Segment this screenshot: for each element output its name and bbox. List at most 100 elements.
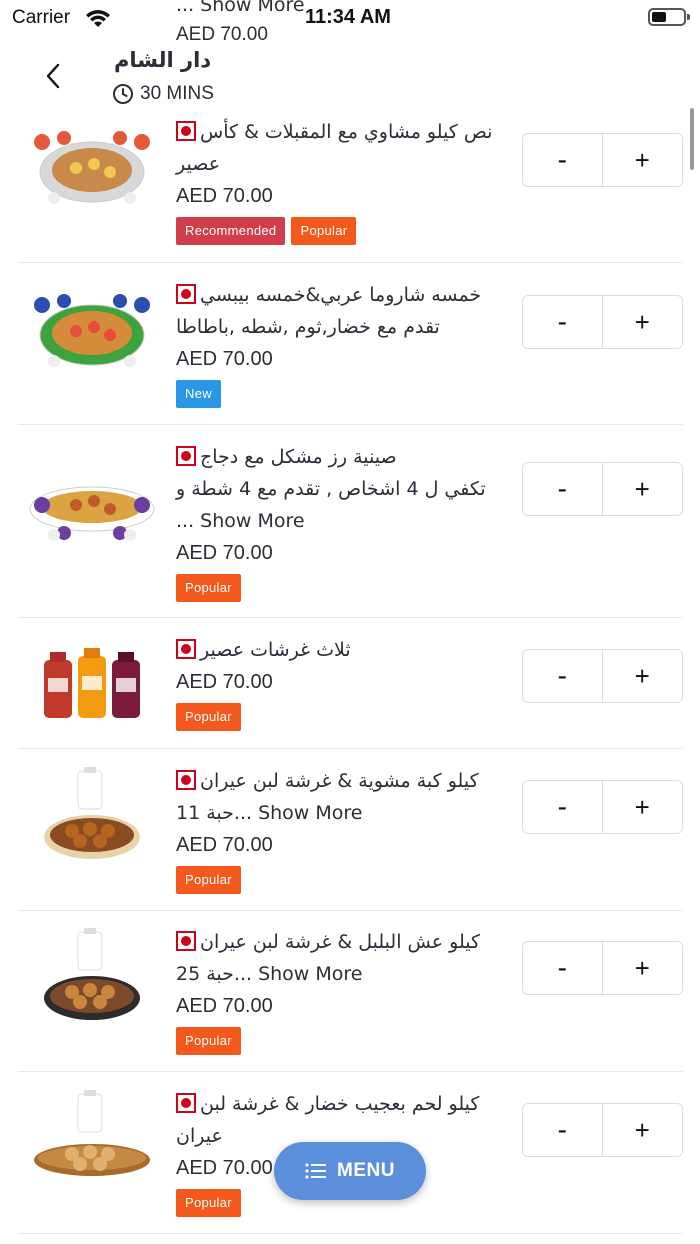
item-price: AED 70.00 xyxy=(176,185,273,207)
item-thumbnail[interactable] xyxy=(24,1090,160,1186)
decrease-quantity-button[interactable]: - xyxy=(523,650,603,702)
item-thumbnail[interactable] xyxy=(24,767,160,863)
non-veg-icon xyxy=(176,284,196,304)
menu-item-row[interactable]: صينية رز مشكل مع دجاج تكفي ل 4 اشخاص , تق… xyxy=(18,425,683,618)
menu-item-row[interactable]: كيلو كبة مشوية & غرشة لبن عيران حبة 11...… xyxy=(18,749,683,911)
item-image xyxy=(34,131,150,204)
item-thumbnail[interactable] xyxy=(24,118,160,214)
item-price: AED 70.00 xyxy=(176,671,273,693)
increase-quantity-button[interactable]: + xyxy=(603,296,683,348)
item-title-line: صينية رز مشكل مع دجاج xyxy=(176,441,512,473)
quantity-stepper[interactable]: - + xyxy=(522,941,683,995)
item-title-line: ثلاث غرشات عصير xyxy=(176,634,512,666)
item-title-line: نص كيلو مشاوي مع المقبلات & كأس xyxy=(176,116,512,148)
item-info: خمسه شاروما عربي&خمسه بيبسي تقدم مع خضار,… xyxy=(176,279,512,408)
popular-badge: Popular xyxy=(291,217,357,245)
popular-badge: Popular xyxy=(176,866,241,894)
quantity-stepper[interactable]: - + xyxy=(522,649,683,703)
list-icon xyxy=(305,1163,327,1179)
non-veg-icon xyxy=(176,770,196,790)
item-badges: Popular xyxy=(176,574,512,602)
item-price: AED 70.00 xyxy=(176,348,273,370)
item-image xyxy=(44,928,140,1020)
header: دار الشام 30 MINS xyxy=(0,40,700,118)
status-bar: Carrier 11:34 AM xyxy=(0,0,700,40)
decrease-quantity-button[interactable]: - xyxy=(523,134,603,186)
item-title-line: كيلو لحم بعجيب خضار & غرشة لبن xyxy=(176,1088,512,1120)
item-thumbnail[interactable] xyxy=(24,281,160,377)
item-badges: Popular xyxy=(176,1027,512,1055)
quantity-stepper[interactable]: - + xyxy=(522,462,683,516)
non-veg-icon xyxy=(176,121,196,141)
non-veg-icon xyxy=(176,931,196,951)
quantity-stepper[interactable]: - + xyxy=(522,1103,683,1157)
increase-quantity-button[interactable]: + xyxy=(603,1104,683,1156)
item-price: AED 70.00 xyxy=(176,542,273,564)
new-badge: New xyxy=(176,380,221,408)
item-title-line[interactable]: ... Show More xyxy=(176,505,512,537)
item-title-line: عصير xyxy=(176,153,221,175)
restaurant-name: دار الشام xyxy=(114,48,212,72)
status-time: 11:34 AM xyxy=(305,6,391,28)
item-info: كيلو كبة مشوية & غرشة لبن عيران حبة 11...… xyxy=(176,765,512,894)
carrier-label: Carrier xyxy=(12,7,71,28)
menu-item-row[interactable]: خمسه شاروما عربي&خمسه بيبسي تقدم مع خضار,… xyxy=(18,263,683,425)
item-thumbnail[interactable] xyxy=(24,928,160,1024)
battery-icon xyxy=(648,8,690,26)
item-info: صينية رز مشكل مع دجاج تكفي ل 4 اشخاص , تق… xyxy=(176,441,512,602)
item-title-line[interactable]: حبة 25... Show More xyxy=(176,958,512,990)
popular-badge: Popular xyxy=(176,1189,241,1217)
item-thumbnail[interactable] xyxy=(24,455,160,551)
item-badges: Recommended Popular xyxy=(176,217,512,245)
quantity-stepper[interactable]: - + xyxy=(522,780,683,834)
clock-icon xyxy=(113,84,133,104)
increase-quantity-button[interactable]: + xyxy=(603,134,683,186)
item-image xyxy=(34,1090,150,1176)
quantity-stepper[interactable]: - + xyxy=(522,133,683,187)
item-badges: Popular xyxy=(176,703,512,731)
eta-label: 30 MINS xyxy=(140,83,214,104)
back-chevron-icon[interactable] xyxy=(36,58,72,94)
item-image xyxy=(29,486,155,541)
increase-quantity-button[interactable]: + xyxy=(603,650,683,702)
item-badges: New xyxy=(176,380,512,408)
delivery-time: 30 MINS xyxy=(112,83,214,105)
non-veg-icon xyxy=(176,1093,196,1113)
item-info: كيلو عش البلبل & غرشة لبن عيران حبة 25...… xyxy=(176,926,512,1055)
item-price: AED 70.00 xyxy=(176,995,273,1017)
item-title-line: خمسه شاروما عربي&خمسه بيبسي xyxy=(176,279,512,311)
peek-show-more: ... Show More xyxy=(176,0,305,16)
menu-button[interactable]: MENU xyxy=(274,1142,426,1200)
popular-badge: Popular xyxy=(176,1027,241,1055)
decrease-quantity-button[interactable]: - xyxy=(523,296,603,348)
quantity-stepper[interactable]: - + xyxy=(522,295,683,349)
decrease-quantity-button[interactable]: - xyxy=(523,463,603,515)
menu-item-row[interactable]: ثلاث غرشات عصير AED 70.00 Popular - + xyxy=(18,618,683,749)
item-info: نص كيلو مشاوي مع المقبلات & كأس عصير AED 7… xyxy=(176,116,512,245)
decrease-quantity-button[interactable]: - xyxy=(523,942,603,994)
item-title-line: كيلو كبة مشوية & غرشة لبن عيران xyxy=(176,765,512,797)
scrollbar[interactable] xyxy=(690,108,694,170)
non-veg-icon xyxy=(176,446,196,466)
item-info: ثلاث غرشات عصير AED 70.00 Popular xyxy=(176,634,512,731)
decrease-quantity-button[interactable]: - xyxy=(523,781,603,833)
item-image xyxy=(34,294,150,367)
popular-badge: Popular xyxy=(176,703,241,731)
popular-badge: Popular xyxy=(176,574,241,602)
item-image xyxy=(44,767,140,859)
item-title-line[interactable]: حبة 11... Show More xyxy=(176,797,512,829)
menu-item-row[interactable]: كيلو عش البلبل & غرشة لبن عيران حبة 25...… xyxy=(18,910,683,1072)
menu-item-row[interactable]: نص كيلو مشاوي مع المقبلات & كأس عصير AED 7… xyxy=(18,118,683,263)
item-thumbnail[interactable] xyxy=(24,634,160,730)
item-title-line: كيلو عش البلبل & غرشة لبن عيران xyxy=(176,926,512,958)
item-title-line: تكفي ل 4 اشخاص , تقدم مع 4 شطة و xyxy=(176,478,486,500)
item-title-line: تقدم مع خضار,ثوم ,شطه ,باطاطا xyxy=(176,316,440,338)
increase-quantity-button[interactable]: + xyxy=(603,463,683,515)
increase-quantity-button[interactable]: + xyxy=(603,781,683,833)
wifi-icon xyxy=(86,10,110,27)
item-image xyxy=(44,648,140,718)
decrease-quantity-button[interactable]: - xyxy=(523,1104,603,1156)
increase-quantity-button[interactable]: + xyxy=(603,942,683,994)
menu-button-label: MENU xyxy=(337,1160,395,1181)
item-price: AED 70.00 xyxy=(176,834,273,856)
